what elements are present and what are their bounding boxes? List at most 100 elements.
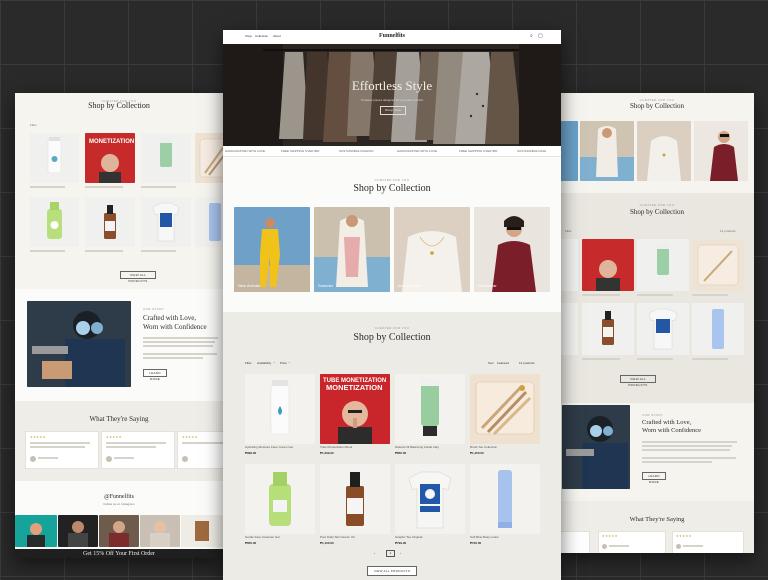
hero-title: Effortless Style [351, 78, 433, 93]
filter-availability[interactable]: Availability [257, 361, 271, 365]
product-image[interactable] [30, 133, 79, 183]
left-page-preview: CURATED FOR YOU Shop by Collection Filte… [15, 93, 223, 558]
filter-label[interactable]: Filter [565, 229, 572, 233]
collection-tile-new-arrivals[interactable]: New Arrivals [234, 207, 310, 292]
search-icon[interactable]: ⌕ [530, 33, 533, 39]
instagram-photo[interactable] [99, 515, 139, 547]
center-page-preview: Shop Collection About Funnelfits ⌕ ▢ Eff… [223, 30, 561, 580]
product-name[interactable]: Soft Blue Body Lotion [470, 535, 540, 539]
product-name[interactable]: Graphic Tee Original [395, 535, 465, 539]
product-image[interactable] [692, 303, 744, 355]
product-name[interactable]: Pure Daily Skin Serum Oil [320, 535, 390, 539]
collection-tile-summer[interactable]: Summer [314, 207, 390, 292]
collection-tile[interactable] [560, 121, 578, 181]
learn-more-button[interactable]: LEARN MORE [642, 472, 666, 484]
instagram-handle[interactable]: @Funnelfits [15, 494, 223, 500]
avatar [106, 456, 112, 462]
product-image[interactable] [141, 197, 191, 247]
product-image[interactable] [395, 374, 465, 444]
product-image[interactable] [30, 197, 79, 247]
instagram-photo[interactable] [58, 515, 98, 547]
pagination-current[interactable]: 1 [386, 550, 395, 557]
collection-label: Summer [318, 283, 334, 288]
svg-text:MONETIZATION: MONETIZATION [326, 383, 383, 392]
story-title-line1: Crafted with Love, [642, 419, 692, 426]
collections-title: Shop by Collection [353, 183, 431, 194]
product-image[interactable] [582, 303, 634, 355]
story-title-line2: Worn with Confidence [143, 323, 207, 332]
footer-promo: Get 15% Off Your First Order [83, 551, 155, 557]
story-image [27, 301, 131, 387]
story-title: Crafted with Love, Worn with Confidence [143, 314, 207, 332]
marquee-item: SUSTAINABLE FASH [517, 149, 547, 153]
cart-icon[interactable]: ▢ [538, 33, 543, 39]
site-header: Shop Collection About Funnelfits ⌕ ▢ [223, 30, 561, 44]
product-image[interactable] [637, 239, 689, 291]
product-image[interactable] [470, 464, 540, 534]
sort-select[interactable]: Featured [497, 361, 509, 365]
product-image[interactable] [320, 464, 390, 534]
instagram-photo[interactable] [140, 515, 180, 547]
testimonial-card: ★★★★★ [101, 431, 175, 469]
product-image[interactable] [470, 374, 540, 444]
collection-tile[interactable] [694, 121, 748, 181]
collection-label: Outerwear [478, 283, 497, 288]
avatar [30, 456, 36, 462]
product-count: 12 products [720, 229, 736, 233]
view-all-products-button[interactable]: VIEW ALL PRODUCTS [367, 566, 417, 576]
testimonial-card: ★★★★★ [598, 531, 666, 553]
product-name[interactable]: Tube Monetization Book [320, 445, 390, 449]
story-image [562, 405, 630, 489]
product-name[interactable]: Natural Oil Balancing Facial Clay [395, 445, 465, 449]
collection-label: Accessories [398, 283, 420, 288]
filter-price[interactable]: Price [280, 361, 287, 365]
marquee-item: HANDCRAFTED WITH LOVE [225, 149, 266, 153]
learn-more-button[interactable]: LEARN MORE [143, 369, 167, 381]
testimonial-card [560, 531, 590, 553]
product-image[interactable] [692, 239, 744, 291]
collection-tile-outerwear[interactable]: Outerwear [474, 207, 550, 292]
view-all-button[interactable]: VIEW ALL PRODUCTS [120, 271, 156, 283]
product-image[interactable] [245, 464, 315, 534]
product-image[interactable]: MONETIZATION [85, 133, 135, 183]
products-title: Shop by Collection [353, 332, 431, 343]
collection-tile-accessories[interactable]: Accessories [394, 207, 470, 292]
hero-subtitle: Timeless pieces designed for everyday co… [360, 98, 424, 102]
product-image[interactable] [195, 133, 223, 183]
chevron-down-icon[interactable]: ⌄ [273, 360, 276, 364]
product-image[interactable] [195, 197, 223, 247]
marquee-item: FREE SHIPPING OVER $50 [459, 149, 498, 153]
pagination-prev[interactable]: ‹ [374, 551, 375, 555]
instagram-photo[interactable] [15, 515, 57, 547]
product-price: ₱1,100.00 [320, 541, 334, 545]
product-name[interactable]: Brush Set Collection [470, 445, 540, 449]
collections-eyebrow: CURATED FOR YOU [374, 178, 410, 182]
product-name[interactable]: Gentle Face Cleanser Gel [245, 535, 315, 539]
pagination-next[interactable]: › [400, 551, 401, 555]
collection-label: New Arrivals [238, 283, 261, 288]
product-image[interactable]: TUBE MONETIZATION MONETIZATION [320, 374, 390, 444]
testimonial-card: ★★★★★ [177, 431, 223, 469]
chevron-down-icon[interactable]: ⌄ [288, 360, 291, 364]
collection-tile[interactable] [637, 121, 691, 181]
product-name[interactable]: Hydrating Moisture Face Cream Gel [245, 445, 315, 449]
section-title: Shop by Collection [629, 102, 685, 110]
product-image[interactable] [245, 374, 315, 444]
product-image[interactable] [637, 303, 689, 355]
story-eyebrow: OUR STORY [642, 413, 664, 417]
filter-label[interactable]: Filter [245, 361, 252, 365]
view-all-button[interactable]: VIEW ALL PRODUCTS [620, 375, 656, 387]
right-page-preview: CURATED FOR YOU Shop by Collection CURAT… [560, 93, 754, 553]
product-image[interactable] [582, 239, 634, 291]
sort-label: Sort [488, 361, 494, 365]
brand-logo[interactable]: Funnelfits [223, 33, 561, 39]
product-image[interactable] [141, 133, 191, 183]
hero-cta-button[interactable]: Shop Now [380, 106, 406, 115]
eyebrow: CURATED FOR YOU [639, 203, 675, 207]
filter-label[interactable]: Filter [30, 123, 37, 127]
product-image[interactable] [85, 197, 135, 247]
section-title: Shop by Collection [629, 208, 685, 216]
product-image[interactable] [395, 464, 465, 534]
collection-tile[interactable] [580, 121, 634, 181]
instagram-photo[interactable] [181, 515, 223, 547]
